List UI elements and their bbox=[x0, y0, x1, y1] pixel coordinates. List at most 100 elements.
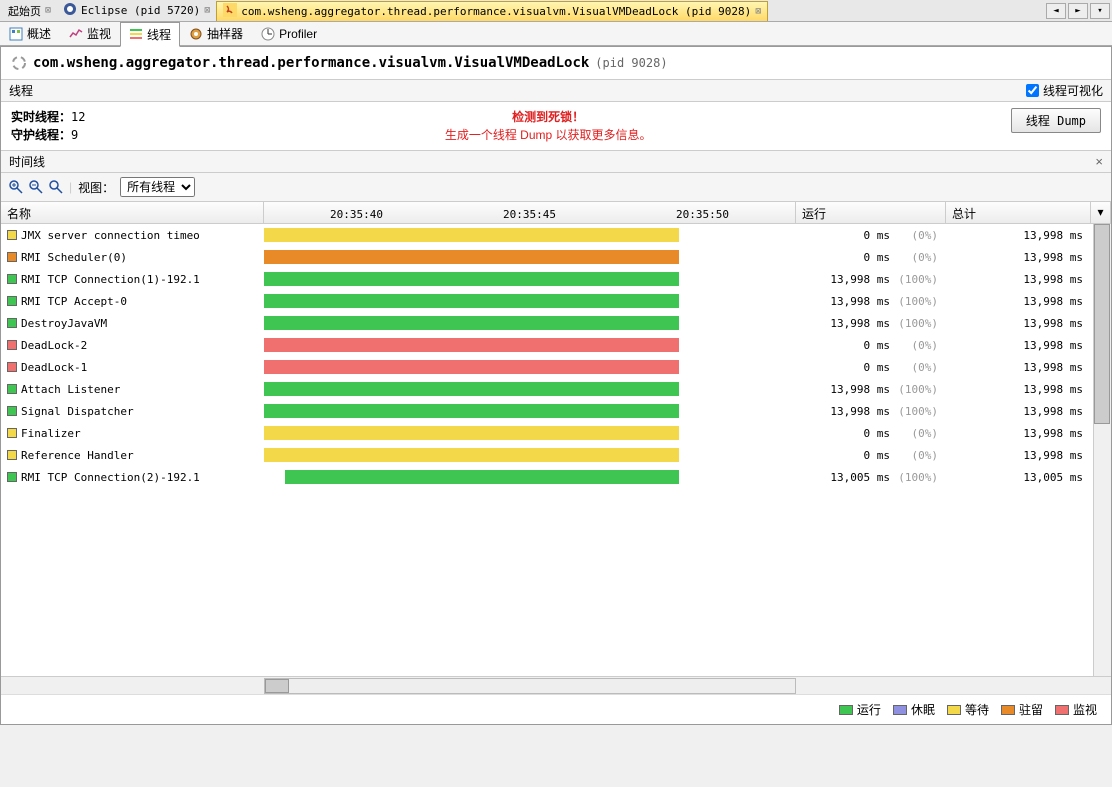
legend-swatch bbox=[947, 705, 961, 715]
zoom-fit-icon[interactable] bbox=[49, 180, 63, 194]
nav-next-button[interactable]: ► bbox=[1068, 3, 1088, 19]
monitor-icon bbox=[69, 27, 83, 41]
thread-name-cell: RMI TCP Connection(1)-192.1 bbox=[1, 273, 264, 286]
thread-state-icon bbox=[7, 340, 17, 350]
thread-state-icon bbox=[7, 472, 17, 482]
thread-row[interactable]: RMI TCP Accept-0 13,998 ms(100%) 13,998 … bbox=[1, 290, 1111, 312]
legend-item: 监视 bbox=[1055, 701, 1097, 718]
legend-item: 运行 bbox=[839, 701, 881, 718]
app-tab-eclipse[interactable]: Eclipse (pid 5720) ⊠ bbox=[57, 1, 216, 21]
vertical-scrollbar[interactable] bbox=[1093, 224, 1111, 676]
hscroll-thumb[interactable] bbox=[265, 679, 289, 693]
thread-running-cell: 13,998 ms(100%) bbox=[796, 405, 946, 418]
live-threads-value: 12 bbox=[71, 110, 85, 124]
col-running[interactable]: 运行 bbox=[796, 202, 946, 223]
thread-row[interactable]: JMX server connection timeo 0 ms(0%) 13,… bbox=[1, 224, 1111, 246]
col-name[interactable]: 名称 bbox=[1, 202, 264, 223]
thread-bar bbox=[264, 404, 679, 418]
col-more-icon[interactable]: ▾ bbox=[1091, 202, 1111, 223]
visualize-checkbox-wrap[interactable]: 线程可视化 bbox=[1026, 82, 1103, 99]
thread-name-cell: Finalizer bbox=[1, 427, 264, 440]
thread-row[interactable]: RMI TCP Connection(1)-192.1 13,998 ms(10… bbox=[1, 268, 1111, 290]
tab-profiler[interactable]: Profiler bbox=[252, 23, 326, 45]
view-select[interactable]: 所有线程 bbox=[120, 177, 195, 197]
thread-row[interactable]: DeadLock-2 0 ms(0%) 13,998 ms bbox=[1, 334, 1111, 356]
thread-name: RMI TCP Connection(1)-192.1 bbox=[21, 273, 200, 286]
thread-dump-button[interactable]: 线程 Dump bbox=[1011, 108, 1101, 133]
thread-running-cell: 0 ms(0%) bbox=[796, 251, 946, 264]
thread-name: Finalizer bbox=[21, 427, 81, 440]
app-tab-label: Eclipse (pid 5720) bbox=[81, 4, 200, 17]
app-tab-start[interactable]: 起始页 ⊠ bbox=[2, 1, 57, 21]
horizontal-scrollbar[interactable] bbox=[1, 676, 1111, 694]
overview-icon bbox=[9, 27, 23, 41]
tab-threads[interactable]: 线程 bbox=[120, 22, 180, 47]
deadlock-info: 生成一个线程 Dump 以获取更多信息。 bbox=[85, 126, 1010, 144]
thread-bar-cell bbox=[264, 446, 796, 464]
tab-sampler[interactable]: 抽样器 bbox=[180, 21, 252, 46]
thread-name: DeadLock-2 bbox=[21, 339, 87, 352]
col-total[interactable]: 总计 bbox=[946, 202, 1091, 223]
thread-row[interactable]: RMI Scheduler(0) 0 ms(0%) 13,998 ms bbox=[1, 246, 1111, 268]
profiler-icon bbox=[261, 27, 275, 41]
zoom-in-icon[interactable] bbox=[9, 180, 23, 194]
eclipse-icon bbox=[63, 2, 77, 19]
timeline-header: 时间线 × bbox=[1, 150, 1111, 173]
thread-state-icon bbox=[7, 252, 17, 262]
sampler-icon bbox=[189, 27, 203, 41]
time-tick: 20:35:50 bbox=[616, 205, 789, 220]
thread-bar-cell bbox=[264, 292, 796, 310]
thread-state-icon bbox=[7, 274, 17, 284]
thread-name-cell: RMI TCP Connection(2)-192.1 bbox=[1, 471, 264, 484]
thread-name-cell: DestroyJavaVM bbox=[1, 317, 264, 330]
app-tab-label: 起始页 bbox=[8, 3, 41, 19]
deadlock-message: 检测到死锁！ 生成一个线程 Dump 以获取更多信息。 bbox=[85, 108, 1010, 144]
thread-bar-cell bbox=[264, 226, 796, 244]
legend-swatch bbox=[839, 705, 853, 715]
close-icon[interactable]: ⊠ bbox=[204, 5, 210, 16]
thread-bar-cell bbox=[264, 358, 796, 376]
thread-state-icon bbox=[7, 428, 17, 438]
visualize-checkbox[interactable] bbox=[1026, 84, 1039, 97]
app-tabs: 起始页 ⊠ Eclipse (pid 5720) ⊠ com.wsheng.ag… bbox=[0, 0, 1112, 22]
thread-name: Attach Listener bbox=[21, 383, 120, 396]
thread-row[interactable]: Reference Handler 0 ms(0%) 13,998 ms bbox=[1, 444, 1111, 466]
legend-swatch bbox=[893, 705, 907, 715]
thread-bar bbox=[264, 426, 679, 440]
close-timeline-icon[interactable]: × bbox=[1095, 154, 1103, 169]
nav-list-button[interactable]: ▾ bbox=[1090, 3, 1110, 19]
view-label: 视图： bbox=[78, 179, 114, 196]
table-body: JMX server connection timeo 0 ms(0%) 13,… bbox=[1, 224, 1111, 676]
thread-row[interactable]: Signal Dispatcher 13,998 ms(100%) 13,998… bbox=[1, 400, 1111, 422]
thread-name-cell: JMX server connection timeo bbox=[1, 229, 264, 242]
thread-row[interactable]: Attach Listener 13,998 ms(100%) 13,998 m… bbox=[1, 378, 1111, 400]
legend-label: 等待 bbox=[965, 701, 989, 718]
close-icon[interactable]: ⊠ bbox=[45, 5, 51, 16]
zoom-out-icon[interactable] bbox=[29, 180, 43, 194]
tab-overview[interactable]: 概述 bbox=[0, 21, 60, 46]
nav-buttons: ◄ ► ▾ bbox=[1046, 3, 1110, 19]
legend-item: 休眠 bbox=[893, 701, 935, 718]
thread-name: DeadLock-1 bbox=[21, 361, 87, 374]
thread-name-cell: Signal Dispatcher bbox=[1, 405, 264, 418]
thread-total-cell: 13,005 ms bbox=[946, 471, 1091, 484]
thread-row[interactable]: DeadLock-1 0 ms(0%) 13,998 ms bbox=[1, 356, 1111, 378]
thread-row[interactable]: DestroyJavaVM 13,998 ms(100%) 13,998 ms bbox=[1, 312, 1111, 334]
thread-bar-cell bbox=[264, 424, 796, 442]
thread-section-header: 线程 线程可视化 bbox=[1, 79, 1111, 102]
thread-running-cell: 13,998 ms(100%) bbox=[796, 273, 946, 286]
scrollbar-thumb[interactable] bbox=[1094, 224, 1110, 424]
close-icon[interactable]: ⊠ bbox=[755, 6, 761, 17]
timeline-label: 时间线 bbox=[9, 153, 45, 170]
thread-bar bbox=[264, 250, 679, 264]
thread-row[interactable]: Finalizer 0 ms(0%) 13,998 ms bbox=[1, 422, 1111, 444]
thread-bar-cell bbox=[264, 336, 796, 354]
thread-row[interactable]: RMI TCP Connection(2)-192.1 13,005 ms(10… bbox=[1, 466, 1111, 488]
nav-prev-button[interactable]: ◄ bbox=[1046, 3, 1066, 19]
col-timeline: 20:35:40 20:35:45 20:35:50 bbox=[264, 202, 796, 223]
tab-monitor[interactable]: 监视 bbox=[60, 21, 120, 46]
thread-bar bbox=[264, 316, 679, 330]
app-tab-visualvm[interactable]: com.wsheng.aggregator.thread.performance… bbox=[216, 1, 768, 21]
thread-state-icon bbox=[7, 384, 17, 394]
daemon-threads-value: 9 bbox=[71, 128, 78, 142]
